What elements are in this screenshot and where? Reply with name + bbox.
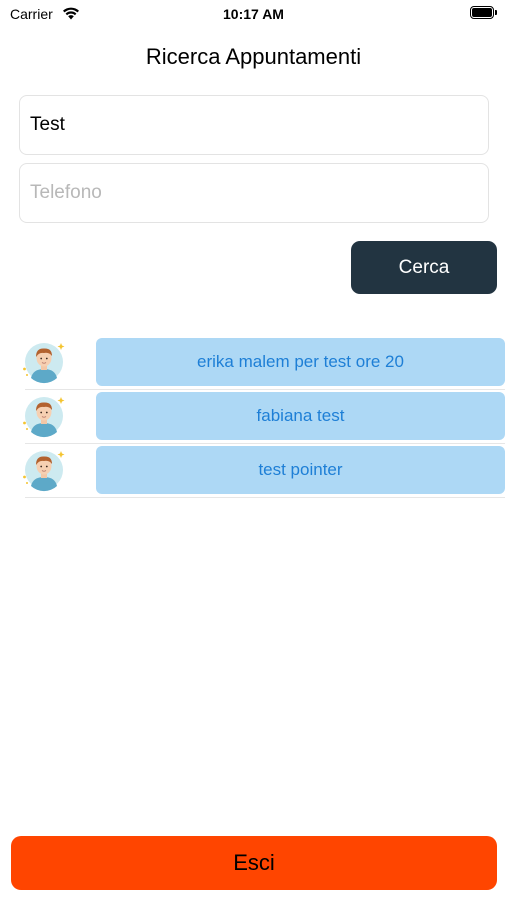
row-divider bbox=[25, 497, 505, 498]
phone-search-input[interactable] bbox=[19, 163, 489, 223]
search-button[interactable]: Cerca bbox=[351, 241, 497, 294]
result-row: test pointer bbox=[0, 444, 507, 498]
result-button[interactable]: test pointer bbox=[96, 446, 505, 494]
name-search-input[interactable] bbox=[19, 95, 489, 155]
result-button[interactable]: erika malem per test ore 20 bbox=[96, 338, 505, 386]
result-button[interactable]: fabiana test bbox=[96, 392, 505, 440]
status-time: 10:17 AM bbox=[223, 6, 284, 22]
page-title: Ricerca Appuntamenti bbox=[145, 44, 362, 69]
user-avatar-icon bbox=[23, 397, 65, 438]
exit-button[interactable]: Esci bbox=[11, 836, 497, 890]
results-list: erika malem per test ore 20 fabiana test bbox=[0, 336, 507, 498]
battery-icon bbox=[470, 6, 497, 20]
app-screen: Carrier 10:17 AM Ricerca Appuntamenti Ce… bbox=[0, 0, 507, 900]
user-avatar-icon bbox=[23, 451, 65, 492]
user-avatar-icon bbox=[23, 343, 65, 384]
result-row: erika malem per test ore 20 bbox=[0, 336, 507, 390]
result-row: fabiana test bbox=[0, 390, 507, 444]
status-bar: Carrier 10:17 AM bbox=[0, 0, 507, 30]
